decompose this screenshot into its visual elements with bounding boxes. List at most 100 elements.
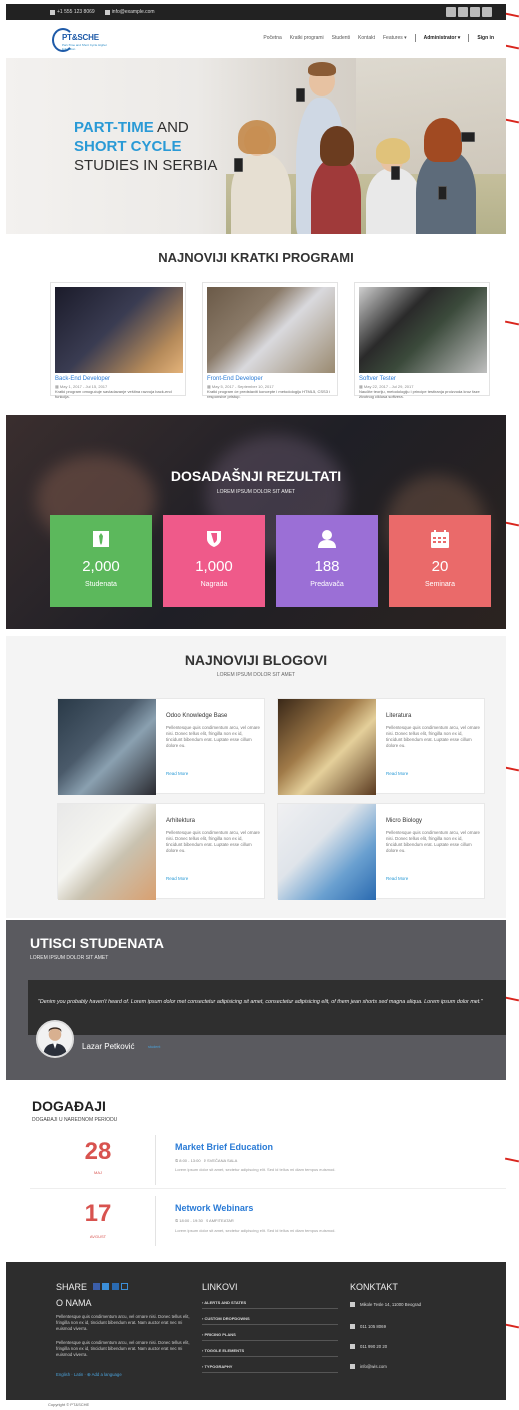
blog-card[interactable]: Micro Biology Pellentesque quis condimen… (277, 803, 485, 900)
read-more-link[interactable]: Read More (166, 771, 188, 776)
footer-link[interactable]: › PRICING PLANS (202, 1332, 338, 1341)
location-icon (350, 1302, 355, 1308)
annotation-mark (504, 12, 519, 18)
site-logo[interactable]: PT&SCHE Part-Time and Short Cycle Higher… (50, 27, 110, 55)
language-links[interactable]: English · Latin · ⊕ Add a language (56, 1372, 191, 1378)
nav-admin[interactable]: Administrator ▾ (424, 35, 461, 41)
nav-students[interactable]: Studenti (332, 35, 350, 41)
nav-admin-label: Administrator (423, 35, 457, 41)
results-subtitle: LOREM IPSUM DOLOR SIT AMET (216, 489, 296, 495)
event-month: MAJ (94, 1170, 102, 1175)
blog-title[interactable]: Odoo Knowledge Base (166, 713, 227, 719)
google-plus-icon[interactable] (482, 7, 492, 17)
links-heading: LINKOVI (202, 1282, 238, 1292)
read-more-link[interactable]: Read More (166, 876, 188, 881)
nav-features[interactable]: Features ▾ (383, 35, 407, 41)
blog-image-blueprint (58, 804, 156, 900)
twitter-icon[interactable] (102, 1283, 110, 1290)
blog-card[interactable]: Odoo Knowledge Base Pellentesque quis co… (57, 698, 265, 795)
events-title: DOGAĐAJI (32, 1098, 106, 1114)
stat-number: 188 (314, 558, 340, 575)
main-nav: Početna Kratki programi Studenti Kontakt… (263, 34, 494, 42)
stat-label: Studenata (85, 581, 117, 588)
event-desc: Lorem ipsum dolor sit amet, sectetur adi… (175, 1167, 336, 1172)
read-more-link[interactable]: Read More (386, 876, 408, 881)
blog-card[interactable]: Arhitektura Pellentesque quis condimentu… (57, 803, 265, 900)
stat-card-seminars: 20 Seminara (389, 515, 491, 607)
hero-person-hair (308, 62, 336, 76)
event-title[interactable]: Market Brief Education (175, 1142, 273, 1152)
blog-title[interactable]: Arhitektura (166, 818, 195, 824)
blog-excerpt: Pellentesque quis condimentum arcu, vel … (166, 830, 260, 853)
email-icon (104, 9, 110, 15)
shield-icon (207, 531, 221, 547)
hero-person-hair (376, 138, 410, 164)
user-icon (318, 530, 336, 548)
twitter-icon[interactable] (458, 7, 468, 17)
hero-title: PART-TIME AND SHORT CYCLE STUDIES IN SER… (74, 118, 217, 175)
footer-link[interactable]: › ALERTS AND STATES (202, 1300, 338, 1309)
nav-features-label: Features (383, 35, 403, 41)
program-desc: Naučite teoriju, metodologiju i principe… (359, 389, 480, 399)
annotation-mark (504, 521, 519, 527)
blog-title[interactable]: Literatura (386, 713, 411, 719)
contact-email-text: info@wis.com (360, 1364, 387, 1369)
annotation-mark (504, 118, 519, 124)
event-row-divider (30, 1188, 506, 1189)
testimonial-quote: "Denim you probably haven't heard of. Lo… (38, 999, 483, 1005)
calendar-icon (431, 530, 449, 548)
nav-contact[interactable]: Kontakt (358, 35, 375, 41)
phone-in-hand (391, 166, 400, 180)
email-icon (350, 1364, 355, 1370)
stat-card-awards: 1,000 Nagrada (163, 515, 265, 607)
event-day: 28 (84, 1138, 112, 1165)
nav-sign-in[interactable]: Sign in (477, 35, 494, 41)
program-card[interactable]: Softver Tester ▦ May 22, 2017 - Jul 29, … (354, 282, 490, 399)
facebook-icon[interactable] (92, 1283, 100, 1290)
blog-excerpt: Pellentesque quis condimentum arcu, vel … (166, 725, 260, 748)
nav-short-programs[interactable]: Kratki programi (290, 35, 324, 41)
program-card[interactable]: Back-End Developer ▦ May 1, 2017 - Jul 1… (50, 282, 186, 399)
event-meta: ⏲ 8:00 - 13:00 ⚲ SVEČANA SALA (175, 1158, 238, 1163)
footer-link[interactable]: › TOGGLE ELEMENTS (202, 1348, 338, 1357)
footer-link-label: PRICING PLANS (204, 1332, 236, 1337)
program-image-tablet (207, 287, 335, 373)
program-desc: Kratki program će predstaviti koncepte i… (207, 389, 330, 399)
facebook-icon[interactable] (446, 7, 456, 17)
linkedin-icon[interactable] (470, 7, 480, 17)
blog-card[interactable]: Literatura Pellentesque quis condimentum… (277, 698, 485, 795)
read-more-link[interactable]: Read More (386, 771, 408, 776)
program-card[interactable]: Front-End Developer ▦ May 5, 2017 - Sept… (202, 282, 338, 399)
event-title[interactable]: Network Webinars (175, 1203, 253, 1213)
topbar-phone[interactable]: +1 555 123 8069 (57, 9, 95, 15)
contact-fax-text: 011 990 20 20 (360, 1344, 388, 1349)
contact-heading: KONKTAKT (350, 1282, 398, 1292)
footer-link[interactable]: › TYPOGRAPHY (202, 1364, 338, 1373)
testimonials-subtitle: LOREM IPSUM DOLOR SIT AMET (30, 955, 109, 961)
event-month: AVGUST (89, 1234, 107, 1239)
event-divider (155, 1135, 156, 1185)
hero-person-hair (238, 120, 276, 154)
hero-person-hair (424, 118, 462, 162)
footer-link[interactable]: › CUSTOM DROPDOWNS (202, 1316, 338, 1325)
contact-phone-text: 011 105 8069 (360, 1324, 386, 1329)
events-subtitle: DOGAĐAJI U NAREDNOM PERIODU (32, 1117, 118, 1123)
hero-person (311, 158, 361, 234)
blog-title[interactable]: Micro Biology (386, 818, 422, 824)
event-time: 18:00 - 19:30 (179, 1218, 203, 1223)
phone-in-hand (438, 186, 447, 200)
program-title[interactable]: Softver Tester (359, 376, 396, 382)
event-desc: Lorem ipsum dolor sit amet, sectetur adi… (175, 1228, 336, 1233)
program-title[interactable]: Back-End Developer (55, 376, 110, 382)
contact-phone: 011 105 8069 (350, 1324, 386, 1330)
event-divider (155, 1196, 156, 1246)
program-title[interactable]: Front-End Developer (207, 376, 263, 382)
top-bar: +1 555 123 8069 info@example.com (6, 4, 506, 20)
avatar (36, 1020, 74, 1058)
share-label: SHARE (56, 1282, 88, 1292)
nav-home[interactable]: Početna (263, 35, 281, 41)
contact-email[interactable]: info@wis.com (350, 1364, 387, 1370)
linkedin-icon[interactable] (111, 1283, 119, 1290)
topbar-email[interactable]: info@example.com (112, 9, 155, 15)
mail-icon[interactable] (121, 1283, 129, 1290)
